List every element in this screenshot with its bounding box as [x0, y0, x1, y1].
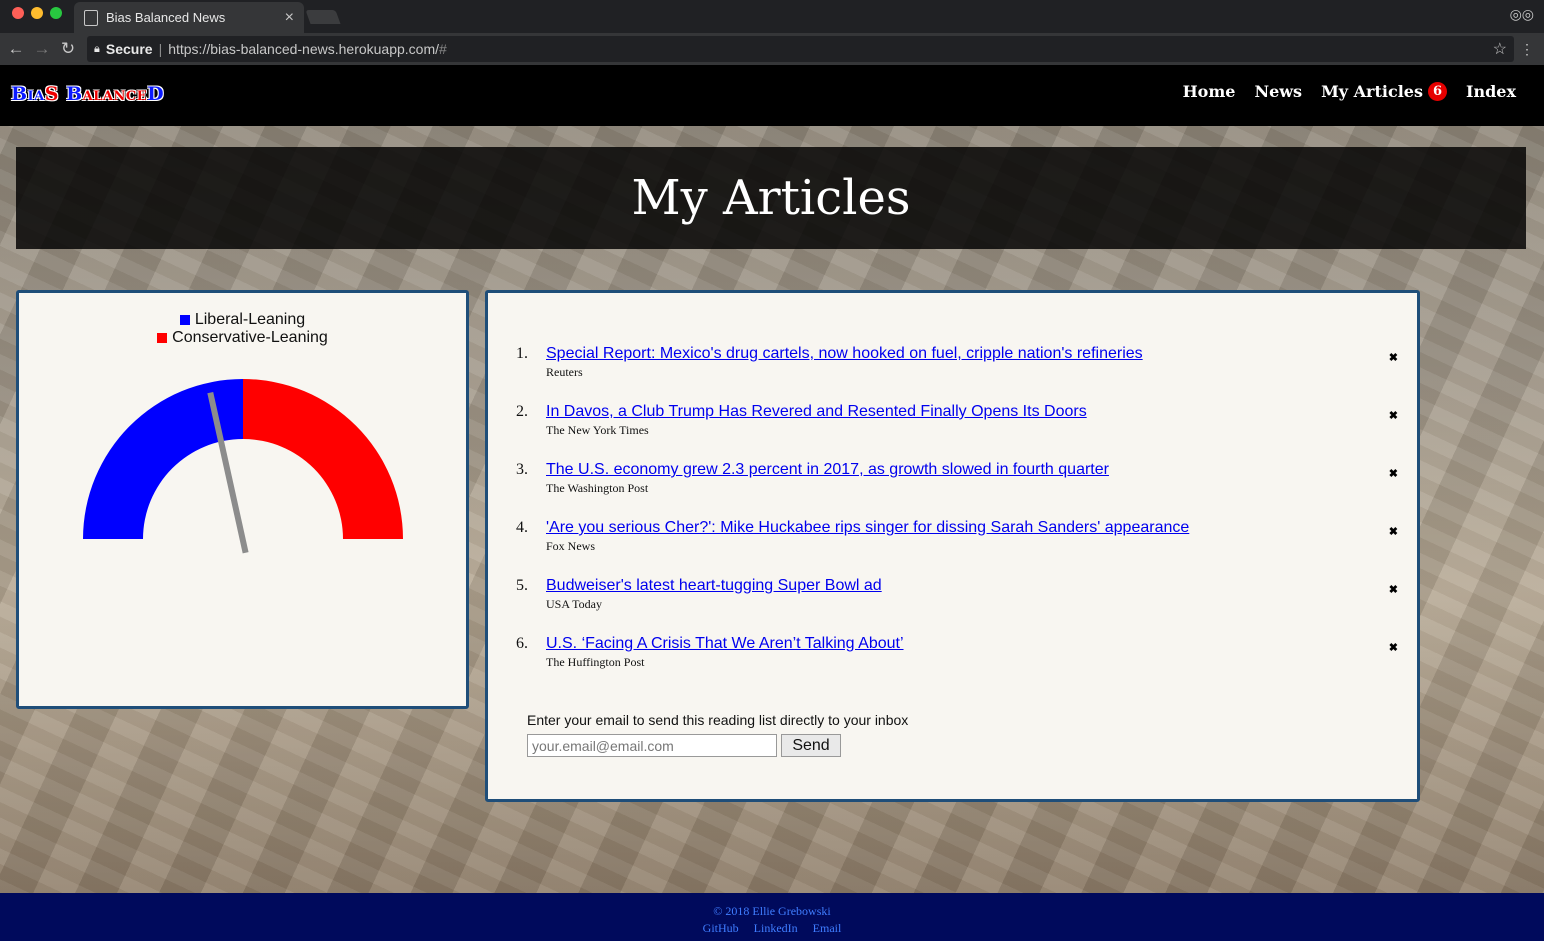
article-number: 6.: [516, 635, 528, 652]
article-list: 1. Special Report: Mexico's drug cartels,…: [510, 345, 1400, 693]
article-number: 5.: [516, 577, 528, 594]
close-window-button[interactable]: [12, 7, 24, 19]
nav-home[interactable]: Home: [1183, 82, 1236, 101]
site-footer: © 2018 Ellie Grebowski GitHub LinkedIn E…: [0, 893, 1544, 941]
article-link[interactable]: Budweiser's latest heart-tugging Super B…: [546, 577, 882, 595]
article-link[interactable]: In Davos, a Club Trump Has Revered and R…: [546, 403, 1087, 421]
brand-part: S: [44, 83, 59, 105]
brand-logo[interactable]: BiaS BalanceD: [11, 83, 164, 105]
article-number: 2.: [516, 403, 528, 420]
article-source: Reuters: [546, 365, 583, 379]
nav-news[interactable]: News: [1254, 82, 1302, 101]
url-text: https://bias-balanced-news.herokuapp.com…: [168, 41, 1492, 57]
bias-gauge: [83, 379, 403, 554]
email-input[interactable]: [527, 734, 777, 757]
remove-article-icon[interactable]: ✖: [1389, 409, 1398, 422]
url-separator: |: [158, 41, 163, 57]
bookmark-star-icon[interactable]: ☆: [1493, 39, 1507, 59]
gauge-arc-liberal: [83, 379, 243, 539]
article-link[interactable]: U.S. ‘Facing A Crisis That We Aren’t Tal…: [546, 635, 904, 653]
article-item: 5. Budweiser's latest heart-tugging Super…: [510, 577, 1400, 635]
remove-article-icon[interactable]: ✖: [1389, 525, 1398, 538]
reload-icon[interactable]: ↻: [55, 39, 81, 59]
article-source: The Washington Post: [546, 481, 649, 495]
nav-index[interactable]: Index: [1466, 82, 1516, 101]
forward-arrow-icon[interactable]: →: [29, 39, 55, 59]
remove-article-icon[interactable]: ✖: [1389, 351, 1398, 364]
brand-part: D: [147, 83, 165, 105]
title-banner: My Articles: [16, 147, 1526, 249]
article-count-badge: 6: [1427, 82, 1447, 101]
brand-part: B: [58, 83, 83, 105]
remove-article-icon[interactable]: ✖: [1389, 467, 1398, 480]
footer-link-github[interactable]: GitHub: [703, 921, 739, 935]
tab-close-icon[interactable]: ×: [285, 9, 294, 27]
article-source: USA Today: [546, 597, 602, 611]
page-icon: [84, 9, 98, 26]
nav-my-articles-label: My Articles: [1321, 82, 1423, 101]
url-base: https://bias-balanced-news.herokuapp.com…: [168, 41, 440, 57]
secure-label: Secure: [105, 41, 153, 57]
article-number: 3.: [516, 461, 528, 478]
address-bar: ← → ↻ 🔒︎ Secure | https://bias-balanced-…: [0, 33, 1544, 65]
nav-links: Home News My Articles 6 Index: [1164, 82, 1516, 101]
article-link[interactable]: Special Report: Mexico's drug cartels, n…: [546, 345, 1143, 363]
tab-title: Bias Balanced News: [106, 10, 226, 25]
back-arrow-icon[interactable]: ←: [3, 39, 29, 59]
article-number: 4.: [516, 519, 528, 536]
footer-links: GitHub LinkedIn Email: [0, 920, 1544, 937]
article-item: 4. 'Are you serious Cher?': Mike Huckabee…: [510, 519, 1400, 577]
url-hash: #: [439, 41, 447, 57]
browser-menu-icon[interactable]: ⋮: [1520, 41, 1534, 58]
browser-tab[interactable]: Bias Balanced News ×: [74, 2, 304, 33]
bias-gauge-panel: Liberal-Leaning Conservative-Leaning: [16, 290, 469, 709]
minimize-window-button[interactable]: [31, 7, 43, 19]
brand-part: alance: [82, 83, 148, 105]
nav-my-articles[interactable]: My Articles 6: [1321, 82, 1447, 101]
gauge-arc-conservative: [243, 379, 403, 539]
reading-list-panel: 1. Special Report: Mexico's drug cartels,…: [485, 290, 1420, 802]
article-source: The Huffington Post: [546, 655, 645, 669]
lock-icon: 🔒︎: [94, 42, 100, 55]
article-link[interactable]: 'Are you serious Cher?': Mike Huckabee r…: [546, 519, 1189, 537]
article-source: The New York Times: [546, 423, 649, 437]
maximize-window-button[interactable]: [50, 7, 62, 19]
site-navbar: BiaS BalanceD Home News My Articles 6 Ind…: [0, 65, 1544, 126]
footer-copyright: © 2018 Ellie Grebowski: [713, 904, 831, 918]
incognito-icon[interactable]: ◎◎: [1510, 6, 1534, 23]
footer-link-email[interactable]: Email: [813, 921, 842, 935]
remove-article-icon[interactable]: ✖: [1389, 583, 1398, 596]
article-item: 2. In Davos, a Club Trump Has Revered and…: [510, 403, 1400, 461]
page-title: My Articles: [631, 170, 911, 226]
send-button[interactable]: Send: [781, 734, 841, 757]
brand-part: Bia: [11, 83, 45, 105]
new-tab-button[interactable]: [305, 10, 341, 24]
email-form-label: Enter your email to send this reading li…: [527, 712, 909, 728]
article-number: 1.: [516, 345, 528, 362]
remove-article-icon[interactable]: ✖: [1389, 641, 1398, 654]
url-field[interactable]: 🔒︎ Secure | https://bias-balanced-news.h…: [87, 36, 1514, 62]
page-background: BiaS BalanceD Home News My Articles 6 Ind…: [0, 65, 1544, 941]
footer-link-linkedin[interactable]: LinkedIn: [754, 921, 798, 935]
browser-tab-bar: Bias Balanced News × ◎◎: [0, 0, 1544, 33]
article-source: Fox News: [546, 539, 596, 553]
article-item: 3. The U.S. economy grew 2.3 percent in 2…: [510, 461, 1400, 519]
article-item: 6. U.S. ‘Facing A Crisis That We Aren’t T…: [510, 635, 1400, 693]
article-link[interactable]: The U.S. economy grew 2.3 percent in 201…: [546, 461, 1109, 479]
article-item: 1. Special Report: Mexico's drug cartels,…: [510, 345, 1400, 403]
